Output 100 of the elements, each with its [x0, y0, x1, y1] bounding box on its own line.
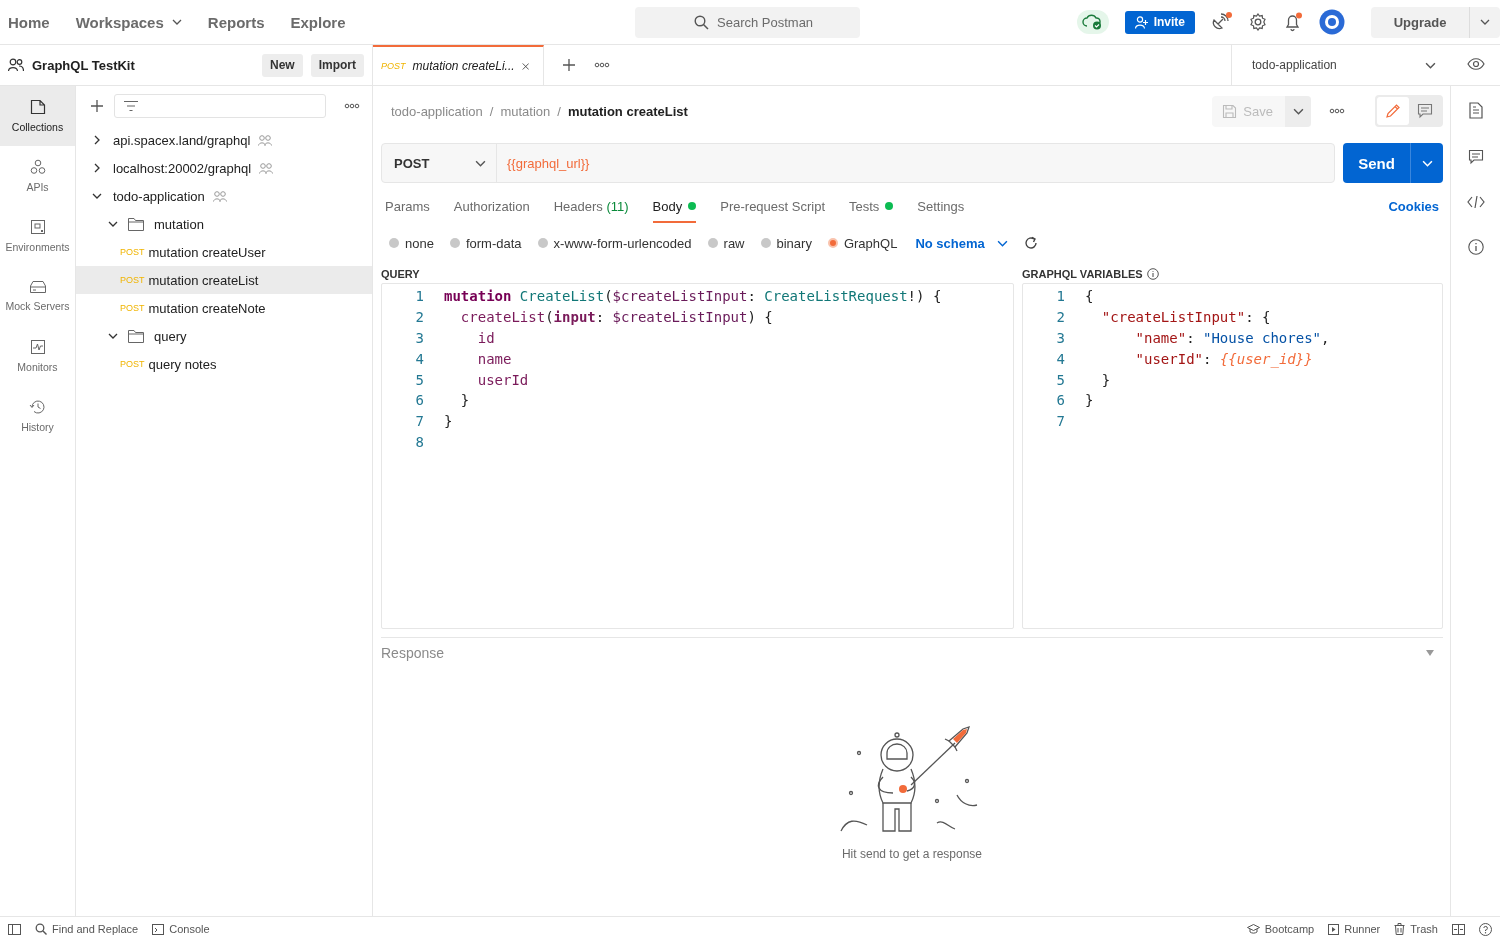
add-icon[interactable]: [90, 99, 104, 113]
workspace-button[interactable]: New: [261, 53, 303, 77]
method-dropdown[interactable]: POST: [382, 144, 497, 182]
code-icon[interactable]: [1466, 195, 1485, 209]
line-number: 6: [414, 392, 425, 409]
people-icon: [258, 134, 273, 146]
search-field[interactable]: Search Postman: [635, 6, 860, 38]
empty-state-message: Hit send to get a response: [841, 847, 983, 861]
info-icon[interactable]: [1467, 239, 1484, 255]
folder-item[interactable]: mutation: [92, 210, 372, 238]
request-section-tab[interactable]: Params: [385, 189, 430, 223]
status-bar-item[interactable]: Trash: [1394, 923, 1438, 935]
body-type-radio[interactable]: GraphQL: [827, 235, 898, 251]
save-menu-button[interactable]: [1285, 95, 1311, 127]
status-bar-item[interactable]: Runner: [1328, 923, 1381, 935]
collapse-icon[interactable]: [1425, 649, 1435, 657]
body-type-radio[interactable]: x-www-form-urlencoded: [537, 235, 692, 251]
people-icon: [212, 190, 227, 202]
workspace-button[interactable]: Import: [310, 53, 364, 77]
info-icon[interactable]: [1146, 268, 1159, 280]
code-line: mutation CreateList($createListInput: CreateListRequest!) {: [444, 288, 942, 305]
sidebar-item[interactable]: Environments: [0, 206, 75, 266]
breadcrumb-item[interactable]: mutation: [500, 103, 551, 119]
body-type-radio[interactable]: raw: [707, 235, 745, 251]
status-bar-item[interactable]: Find and Replace: [35, 923, 139, 935]
eye-icon[interactable]: [1466, 58, 1485, 70]
request-section-tab[interactable]: Settings: [917, 189, 965, 223]
document-icon[interactable]: [1468, 102, 1483, 119]
chevron-right-icon[interactable]: [92, 163, 102, 173]
body-type-radio[interactable]: none: [389, 235, 434, 251]
chevron-down-icon[interactable]: [108, 331, 118, 341]
query-editor[interactable]: 1 mutation CreateList($createListInput: CreateListRequest!) { 2 createList(input: $createListInput) { 3 id 4 name 5 userId 6 } 7 } 8: [381, 283, 1014, 629]
collections-icon: [29, 99, 46, 115]
refresh-icon[interactable]: [1023, 236, 1038, 250]
add-tab-icon[interactable]: [562, 58, 576, 72]
request-name: query notes: [148, 356, 217, 372]
variables-editor[interactable]: 1 { 2 "createListInput": { 3 "name": "House chores", 4 "userId": {{user_id}} 5 } 6 } 7: [1022, 283, 1443, 629]
method-label: POST: [120, 303, 145, 313]
search-icon: [694, 14, 709, 30]
body-type-radio[interactable]: form-data: [449, 235, 522, 251]
request-section-tab[interactable]: Body: [652, 189, 697, 223]
sidebar-item[interactable]: Collections: [0, 86, 75, 146]
folder-item[interactable]: query: [92, 322, 372, 350]
avatar-icon[interactable]: [1319, 9, 1345, 35]
more-icon[interactable]: [594, 62, 610, 68]
upgrade-button[interactable]: Upgrade: [1371, 6, 1469, 38]
comment-icon[interactable]: [1467, 149, 1484, 165]
code-line: }: [1100, 371, 1111, 388]
request-tab[interactable]: POST mutation createLi...: [373, 45, 544, 85]
cookies-link[interactable]: Cookies: [1388, 198, 1439, 214]
sidebar-item[interactable]: Monitors: [0, 326, 75, 386]
environment-dropdown[interactable]: todo-application: [1231, 45, 1450, 85]
sidebar-toggle-icon[interactable]: [8, 923, 21, 935]
nav-link[interactable]: Home: [8, 13, 50, 31]
status-bar-item[interactable]: Bootcamp: [1246, 923, 1315, 935]
two-pane-icon[interactable]: [1452, 923, 1465, 935]
breadcrumb-item[interactable]: todo-application: [391, 103, 483, 119]
sync-status-icon[interactable]: [1076, 10, 1109, 34]
more-icon[interactable]: [1329, 108, 1345, 114]
satellite-icon[interactable]: [1211, 12, 1233, 32]
request-item[interactable]: POST mutation createNote: [76, 294, 372, 322]
code-line: }: [459, 392, 470, 409]
settings-icon[interactable]: [1249, 13, 1267, 31]
chevron-down-icon[interactable]: [92, 191, 102, 201]
request-section-tab[interactable]: Pre-request Script: [720, 189, 825, 223]
editor-heading: GRAPHQL VARIABLES: [1022, 268, 1143, 280]
more-icon[interactable]: [344, 103, 360, 109]
sidebar-item[interactable]: History: [0, 386, 75, 446]
chevron-down-icon: [1480, 17, 1490, 27]
code-line: }: [444, 413, 453, 430]
sidebar-item[interactable]: Mock Servers: [0, 266, 75, 326]
help-icon[interactable]: [1479, 922, 1492, 936]
edit-mode-button[interactable]: [1377, 97, 1409, 125]
close-icon[interactable]: [521, 60, 529, 72]
nav-link[interactable]: Reports: [207, 13, 265, 31]
collection-item[interactable]: api.spacex.land/graphql: [76, 126, 372, 154]
line-number: 4: [1055, 350, 1066, 367]
request-item[interactable]: POST mutation createUser: [76, 238, 372, 266]
request-section-tab[interactable]: Tests: [849, 189, 894, 223]
chevron-down-icon[interactable]: [108, 219, 118, 229]
schema-dropdown[interactable]: No schema: [915, 235, 1008, 251]
folder-name: mutation: [154, 216, 204, 232]
code-line: "createListInput": {: [1100, 309, 1271, 326]
request-section-tab[interactable]: Authorization: [453, 189, 530, 223]
nav-link[interactable]: Workspaces: [75, 13, 182, 31]
collection-item[interactable]: todo-application: [76, 182, 372, 210]
collection-item[interactable]: localhost:20002/graphql: [76, 154, 372, 182]
request-item[interactable]: POST mutation createList: [76, 266, 372, 294]
sidebar-item[interactable]: APIs: [0, 146, 75, 206]
environments-icon: [29, 219, 46, 235]
notification-bell-icon[interactable]: [1283, 12, 1303, 32]
status-bar-item[interactable]: Console: [152, 923, 210, 935]
invite-button[interactable]: Invite: [1124, 10, 1195, 34]
request-section-tab[interactable]: Headers (11): [553, 189, 629, 223]
filter-field[interactable]: [114, 94, 326, 118]
chevron-right-icon[interactable]: [92, 135, 102, 145]
body-type-radio[interactable]: binary: [760, 235, 812, 251]
people-icon: [8, 58, 24, 72]
nav-link[interactable]: Explore: [290, 13, 346, 31]
request-item[interactable]: POST query notes: [76, 350, 372, 378]
